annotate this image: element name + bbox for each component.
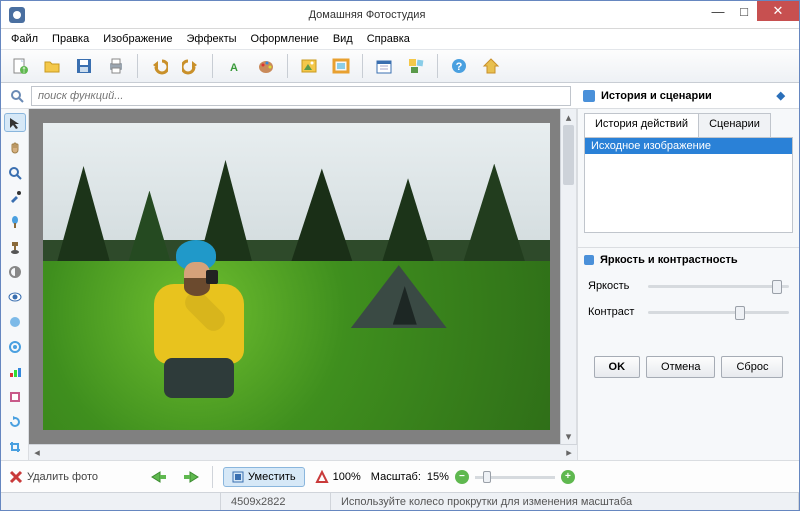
blur-tool-icon[interactable] xyxy=(4,313,26,332)
search-input[interactable] xyxy=(31,86,571,106)
maximize-button[interactable]: □ xyxy=(731,1,757,21)
history-panel-title: История и сценарии ◆ xyxy=(575,89,793,102)
canvas-area[interactable]: ▴ ▾ xyxy=(29,109,577,444)
new-file-icon[interactable]: ↑ xyxy=(7,53,33,79)
menu-image[interactable]: Изображение xyxy=(97,31,178,47)
help-icon[interactable]: ? xyxy=(446,53,472,79)
prev-photo-button[interactable] xyxy=(148,467,170,487)
contrast-slider[interactable] xyxy=(648,304,789,320)
open-folder-icon[interactable] xyxy=(39,53,65,79)
zoom-slider[interactable] xyxy=(475,470,555,484)
levels-tool-icon[interactable] xyxy=(4,362,26,381)
zoom-100-icon xyxy=(315,470,329,484)
tab-scenarios[interactable]: Сценарии xyxy=(698,113,771,137)
status-hint: Используйте колесо прокрутки для изменен… xyxy=(331,493,799,510)
collage-icon[interactable] xyxy=(403,53,429,79)
text-tool-icon[interactable]: A xyxy=(221,53,247,79)
svg-text:?: ? xyxy=(456,61,463,73)
zoom-tool-icon[interactable] xyxy=(4,163,26,182)
redo-icon[interactable] xyxy=(178,53,204,79)
scroll-up-icon[interactable]: ▴ xyxy=(561,109,576,125)
clone-stamp-icon[interactable] xyxy=(4,238,26,257)
scroll-down-icon[interactable]: ▾ xyxy=(561,428,576,444)
section-icon xyxy=(584,255,594,265)
menu-view[interactable]: Вид xyxy=(327,31,359,47)
photo-preview xyxy=(43,123,550,430)
svg-text:A: A xyxy=(230,62,238,74)
rotate-tool-icon[interactable] xyxy=(4,412,26,431)
scale-prefix: Масштаб: xyxy=(371,471,421,483)
bottom-bar: Удалить фото Уместить 100% Масштаб: 15% … xyxy=(1,460,799,492)
menu-help[interactable]: Справка xyxy=(361,31,416,47)
collapse-icon[interactable]: ◆ xyxy=(777,89,785,102)
svg-text:↑: ↑ xyxy=(21,64,27,75)
menu-decoration[interactable]: Оформление xyxy=(245,31,325,47)
cancel-button[interactable]: Отмена xyxy=(646,356,715,378)
undo-icon[interactable] xyxy=(146,53,172,79)
scroll-left-icon[interactable]: ◂ xyxy=(29,445,45,461)
ok-button[interactable]: OK xyxy=(594,356,641,378)
history-icon xyxy=(583,90,595,102)
minimize-button[interactable]: — xyxy=(705,1,731,21)
sharpen-tool-icon[interactable] xyxy=(4,337,26,356)
next-photo-button[interactable] xyxy=(180,467,202,487)
scale-value: 15% xyxy=(427,471,449,483)
scroll-right-icon[interactable]: ▸ xyxy=(561,445,577,461)
dodge-tool-icon[interactable] xyxy=(4,263,26,282)
scrollbar-thumb[interactable] xyxy=(563,125,574,185)
filters-tool-icon[interactable] xyxy=(4,387,26,406)
delete-icon xyxy=(9,470,23,484)
palette-icon[interactable] xyxy=(253,53,279,79)
brightness-slider[interactable] xyxy=(648,278,789,294)
print-icon[interactable] xyxy=(103,53,129,79)
picture-frame-icon[interactable] xyxy=(328,53,354,79)
right-panel: История действий Сценарии Исходное изобр… xyxy=(577,109,799,460)
status-bar: 4509x2822 Используйте колесо прокрутки д… xyxy=(1,492,799,510)
reset-button[interactable]: Сброс xyxy=(721,356,783,378)
vertical-toolbox xyxy=(1,109,29,460)
tab-history[interactable]: История действий xyxy=(584,113,699,137)
brightness-contrast-panel: Яркость и контрастность Яркость Контраст… xyxy=(578,247,799,390)
eye-correction-icon[interactable] xyxy=(4,288,26,307)
app-icon xyxy=(5,3,29,27)
zoom-100-label[interactable]: 100% xyxy=(315,470,361,484)
menu-effects[interactable]: Эффекты xyxy=(181,31,243,47)
close-button[interactable]: ✕ xyxy=(757,1,799,21)
search-icon xyxy=(7,86,27,106)
delete-photo-button[interactable]: Удалить фото xyxy=(9,470,98,484)
titlebar: Домашняя Фотостудия — □ ✕ xyxy=(1,1,799,29)
fit-button[interactable]: Уместить xyxy=(223,467,305,487)
main-toolbar: ↑ A ? xyxy=(1,49,799,83)
history-tabs: История действий Сценарии xyxy=(584,113,793,137)
zoom-out-button[interactable]: − xyxy=(455,470,469,484)
home-icon[interactable] xyxy=(478,53,504,79)
history-item[interactable]: Исходное изображение xyxy=(585,138,792,154)
brightness-label: Яркость xyxy=(588,280,640,292)
save-disk-icon[interactable] xyxy=(71,53,97,79)
menu-bar: Файл Правка Изображение Эффекты Оформлен… xyxy=(1,29,799,49)
zoom-in-button[interactable]: + xyxy=(561,470,575,484)
menu-file[interactable]: Файл xyxy=(5,31,44,47)
picture-icon[interactable] xyxy=(296,53,322,79)
horizontal-scrollbar[interactable]: ◂ ▸ xyxy=(29,444,577,460)
search-row: История и сценарии ◆ xyxy=(1,83,799,109)
crop-tool-icon[interactable] xyxy=(4,437,26,456)
status-dimensions: 4509x2822 xyxy=(221,493,331,510)
hand-tool-icon[interactable] xyxy=(4,138,26,157)
brush-tool-icon[interactable] xyxy=(4,213,26,232)
vertical-scrollbar[interactable]: ▴ ▾ xyxy=(560,109,576,444)
pointer-tool-icon[interactable] xyxy=(4,113,26,132)
history-list[interactable]: Исходное изображение xyxy=(584,137,793,233)
brightness-section-title: Яркость и контрастность xyxy=(600,254,738,266)
fit-icon xyxy=(232,471,244,483)
calendar-icon[interactable] xyxy=(371,53,397,79)
contrast-label: Контраст xyxy=(588,306,640,318)
color-picker-icon[interactable] xyxy=(4,188,26,207)
window-title: Домашняя Фотостудия xyxy=(29,9,705,21)
menu-edit[interactable]: Правка xyxy=(46,31,95,47)
